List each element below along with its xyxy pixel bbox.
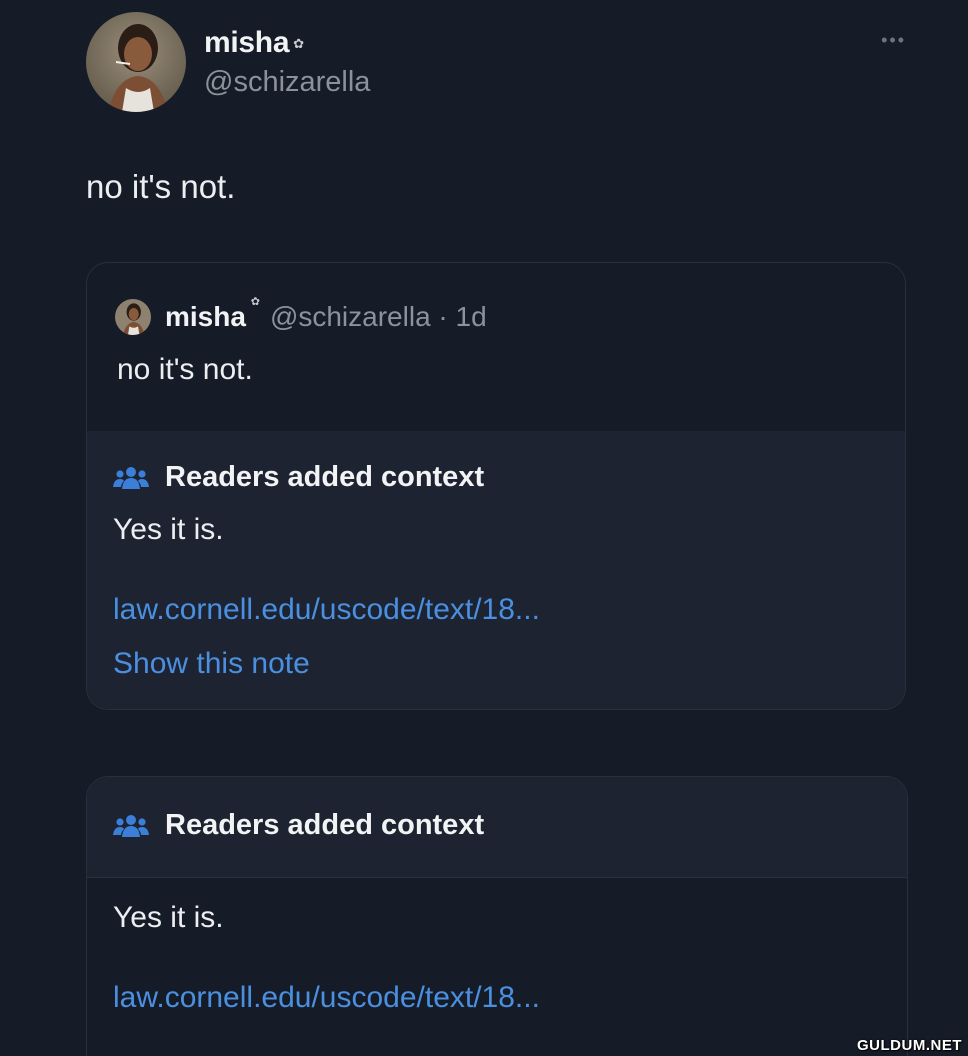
quoted-avatar xyxy=(115,299,151,335)
quoted-post-text: no it's not. xyxy=(117,353,253,386)
show-note-link[interactable]: Show this note xyxy=(113,647,310,681)
post-text: no it's not. xyxy=(86,168,236,205)
more-options-icon[interactable]: ••• xyxy=(881,30,906,51)
quoted-handle-time: @schizarella · 1d xyxy=(269,301,487,332)
note-title: Readers added context xyxy=(165,461,485,493)
people-icon xyxy=(113,814,149,837)
note-card-header: Readers added context xyxy=(87,777,907,878)
avatar[interactable] xyxy=(86,12,186,112)
watermark: GULDUM.NET xyxy=(857,1037,962,1054)
post-page: misha ✿ @schizarella ••• no it's not. mis… xyxy=(0,0,968,1056)
note-source-link[interactable]: law.cornell.edu/uscode/text/18... xyxy=(113,593,540,627)
author-handle[interactable]: @schizarella xyxy=(204,66,370,99)
note-title-row: Readers added context xyxy=(113,809,484,842)
note-source-link[interactable]: law.cornell.edu/uscode/text/18... xyxy=(113,981,540,1015)
flower-badge-icon: ✿ xyxy=(250,296,260,308)
note-title-row: Readers added context xyxy=(113,461,484,494)
quoted-post-card[interactable]: misha ✿ @schizarella · 1d no it's not. Re… xyxy=(86,262,906,710)
quoted-author-name: misha ✿ xyxy=(165,296,260,333)
people-icon xyxy=(113,466,149,489)
note-text: Yes it is. xyxy=(113,513,224,546)
quoted-author-name-text: misha xyxy=(165,301,246,332)
note-text: Yes it is. xyxy=(113,901,224,934)
author-name[interactable]: misha ✿ xyxy=(204,26,304,60)
note-title: Readers added context xyxy=(165,809,485,841)
flower-badge-icon: ✿ xyxy=(293,36,304,51)
author-name-text: misha xyxy=(204,26,290,59)
community-note-card: Readers added context Yes it is. law.cor… xyxy=(86,776,908,1056)
quoted-post-header: misha ✿ @schizarella · 1d xyxy=(115,296,487,337)
author-row: misha ✿ @schizarella ••• xyxy=(86,12,906,112)
community-note: Readers added context Yes it is. law.cor… xyxy=(87,431,905,709)
